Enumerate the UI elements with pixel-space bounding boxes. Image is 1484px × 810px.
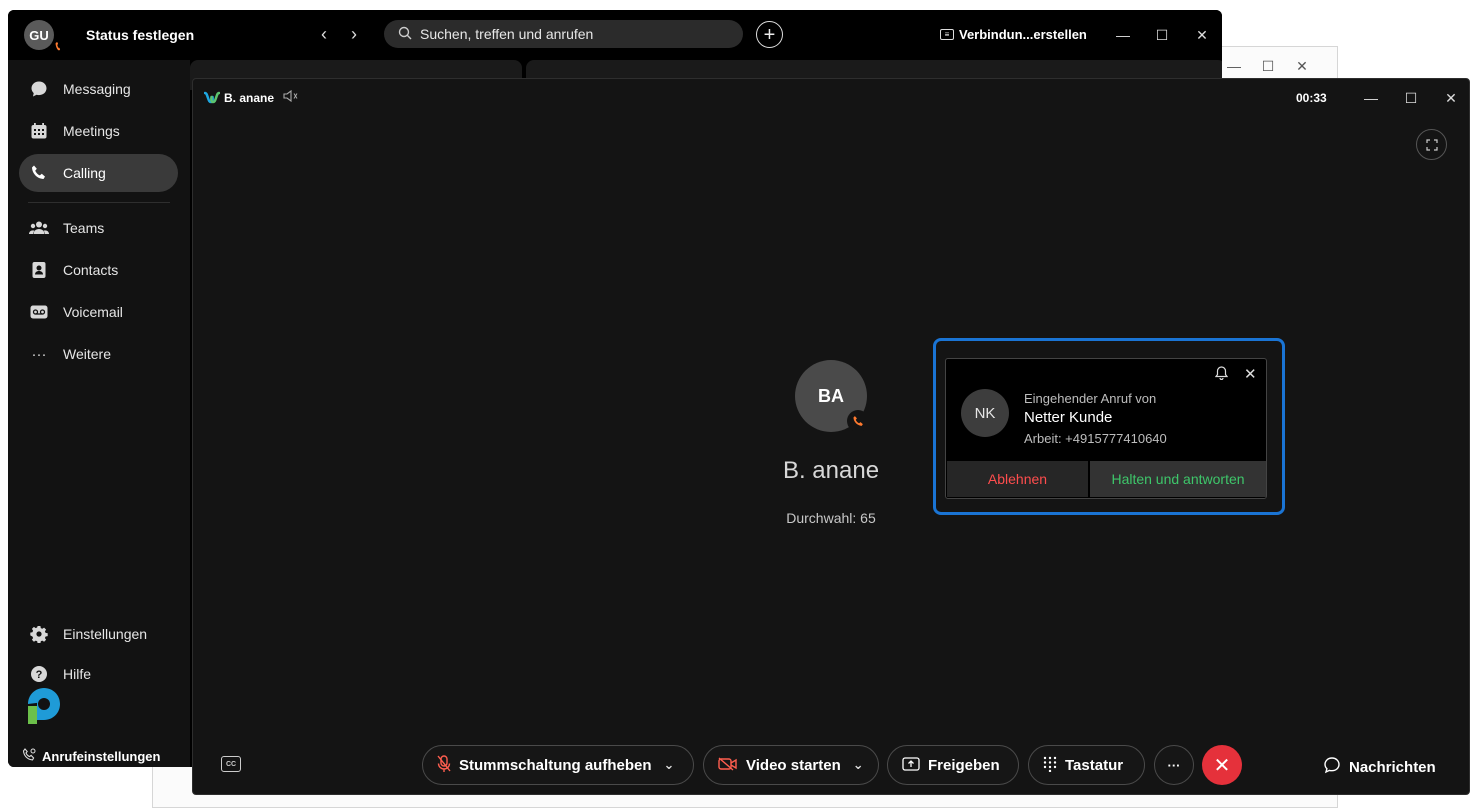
more-dots-icon: ··· — [31, 345, 47, 363]
phone-settings-icon — [22, 748, 36, 765]
fullscreen-icon — [1425, 138, 1438, 151]
sidebar-item-more[interactable]: ··· Weitere — [19, 335, 178, 373]
share-screen-icon — [902, 756, 920, 774]
connect-label: Verbindun...erstellen — [959, 27, 1087, 42]
phone-badge-icon — [847, 410, 869, 432]
sidebar: Messaging Meetings Calling Teams Contact… — [8, 60, 190, 767]
people-icon — [29, 218, 49, 238]
call-close-button[interactable]: ✕ — [1439, 86, 1463, 110]
user-avatar[interactable]: GU 📞︎ — [24, 20, 60, 53]
call-timer: 00:33 — [1296, 91, 1327, 105]
sidebar-item-label: Contacts — [63, 262, 119, 278]
sidebar-item-label: Voicemail — [63, 304, 123, 320]
help-icon: ? — [29, 664, 49, 684]
messages-button[interactable]: Nachrichten — [1323, 756, 1436, 778]
sidebar-item-label: Calling — [63, 165, 106, 181]
avatar-initials: GU — [29, 27, 49, 43]
minimize-button[interactable]: — — [1111, 23, 1135, 47]
speaker-icon[interactable] — [283, 89, 299, 106]
app-titlebar: GU 📞︎ Status festlegen ‹ › + ≡ Verbindun… — [8, 10, 1222, 60]
close-icon[interactable]: ✕ — [1244, 365, 1257, 383]
search-bar[interactable] — [384, 20, 743, 48]
chat-bubble-icon — [29, 79, 49, 99]
sidebar-item-contacts[interactable]: Contacts — [19, 251, 178, 289]
remote-avatar: BA — [795, 360, 869, 432]
sidebar-item-label: Einstellungen — [63, 626, 148, 642]
close-icon: ✕ — [1213, 754, 1231, 777]
calendar-icon — [29, 121, 49, 141]
more-dots-icon: ··· — [1167, 757, 1181, 773]
phone-icon — [29, 163, 49, 183]
remote-name: B. anane — [782, 457, 880, 484]
sidebar-item-teams[interactable]: Teams — [19, 209, 178, 247]
sidebar-item-label: Meetings — [63, 123, 120, 139]
remote-initials: BA — [818, 385, 844, 406]
search-icon — [398, 26, 412, 43]
caller-name: Netter Kunde — [1024, 409, 1113, 426]
device-connect-icon: ≡ — [940, 29, 954, 40]
hold-and-answer-button[interactable]: Halten und antworten — [1090, 461, 1266, 497]
call-settings-label: Anrufeinstellungen — [42, 749, 161, 764]
sidebar-item-label: Messaging — [63, 81, 131, 97]
sidebar-item-label: Teams — [63, 220, 105, 236]
camera-off-icon — [718, 756, 738, 774]
sidebar-item-label: Hilfe — [63, 666, 92, 682]
closed-captions-button[interactable]: CC — [221, 756, 241, 772]
more-options-button[interactable]: ··· — [1154, 745, 1194, 785]
microphone-muted-icon — [437, 754, 451, 776]
fullscreen-button[interactable] — [1416, 129, 1447, 160]
call-titlebar: B. anane 00:33 — ☐ ✕ — [193, 79, 1469, 115]
sidebar-item-settings[interactable]: Einstellungen — [19, 615, 178, 653]
bg-maximize-button[interactable]: ☐ — [1255, 53, 1281, 79]
incoming-call-notification: ✕ NK Eingehender Anruf von Netter Kunde … — [945, 358, 1267, 499]
keypad-label: Tastatur — [1065, 756, 1124, 774]
close-button[interactable]: ✕ — [1190, 23, 1214, 47]
sidebar-item-voicemail[interactable]: Voicemail — [19, 293, 178, 331]
maximize-button[interactable]: ☐ — [1150, 23, 1174, 47]
gear-icon — [29, 624, 49, 644]
sidebar-divider — [28, 202, 170, 203]
voicemail-icon — [29, 302, 49, 322]
chevron-down-icon[interactable]: ⌄ — [853, 757, 864, 773]
sidebar-item-label: Weitere — [63, 346, 111, 362]
phone-badge-icon: 📞︎ — [55, 39, 60, 53]
unmute-button[interactable]: Stummschaltung aufheben ⌄ — [422, 745, 694, 785]
call-window-title: B. anane — [224, 91, 275, 105]
caller-avatar: NK — [961, 389, 1009, 437]
bg-close-button[interactable]: ✕ — [1289, 53, 1315, 79]
back-arrow-icon[interactable]: ‹ — [312, 22, 336, 46]
sidebar-item-messaging[interactable]: Messaging — [19, 70, 178, 108]
connect-device-button[interactable]: ≡ Verbindun...erstellen — [940, 27, 1087, 42]
end-call-button[interactable]: ✕ — [1202, 745, 1242, 785]
set-status-button[interactable]: Status festlegen — [86, 27, 194, 43]
start-video-label: Video starten — [746, 756, 841, 774]
call-maximize-button[interactable]: ☐ — [1399, 86, 1423, 110]
remote-extension: Durchwahl: 65 — [786, 510, 876, 526]
unmute-label: Stummschaltung aufheben — [459, 756, 652, 774]
add-button[interactable]: + — [756, 21, 783, 48]
webex-logo-icon — [204, 91, 220, 104]
call-minimize-button[interactable]: — — [1359, 86, 1383, 110]
messages-label: Nachrichten — [1349, 758, 1436, 776]
bg-minimize-button[interactable]: — — [1221, 53, 1247, 79]
svg-text:?: ? — [36, 669, 43, 681]
caller-number: Arbeit: +4915777410640 — [1024, 431, 1167, 446]
company-logo-icon — [28, 688, 60, 724]
sidebar-item-meetings[interactable]: Meetings — [19, 112, 178, 150]
incoming-heading: Eingehender Anruf von — [1024, 391, 1157, 406]
chevron-down-icon[interactable]: ⌄ — [664, 757, 675, 773]
sidebar-item-calling[interactable]: Calling — [19, 154, 178, 192]
share-button[interactable]: Freigeben — [887, 745, 1019, 785]
keypad-button[interactable]: Tastatur — [1028, 745, 1145, 785]
chat-bubble-icon — [1323, 756, 1341, 778]
search-input[interactable] — [420, 26, 720, 42]
contact-card-icon — [29, 260, 49, 280]
call-settings-button[interactable]: Anrufeinstellungen — [22, 748, 160, 765]
keypad-icon — [1043, 756, 1057, 775]
start-video-button[interactable]: Video starten ⌄ — [703, 745, 879, 785]
decline-button[interactable]: Ablehnen — [947, 461, 1088, 497]
forward-arrow-icon[interactable]: › — [342, 22, 366, 46]
bell-icon[interactable] — [1214, 366, 1229, 383]
share-label: Freigeben — [928, 756, 1000, 774]
